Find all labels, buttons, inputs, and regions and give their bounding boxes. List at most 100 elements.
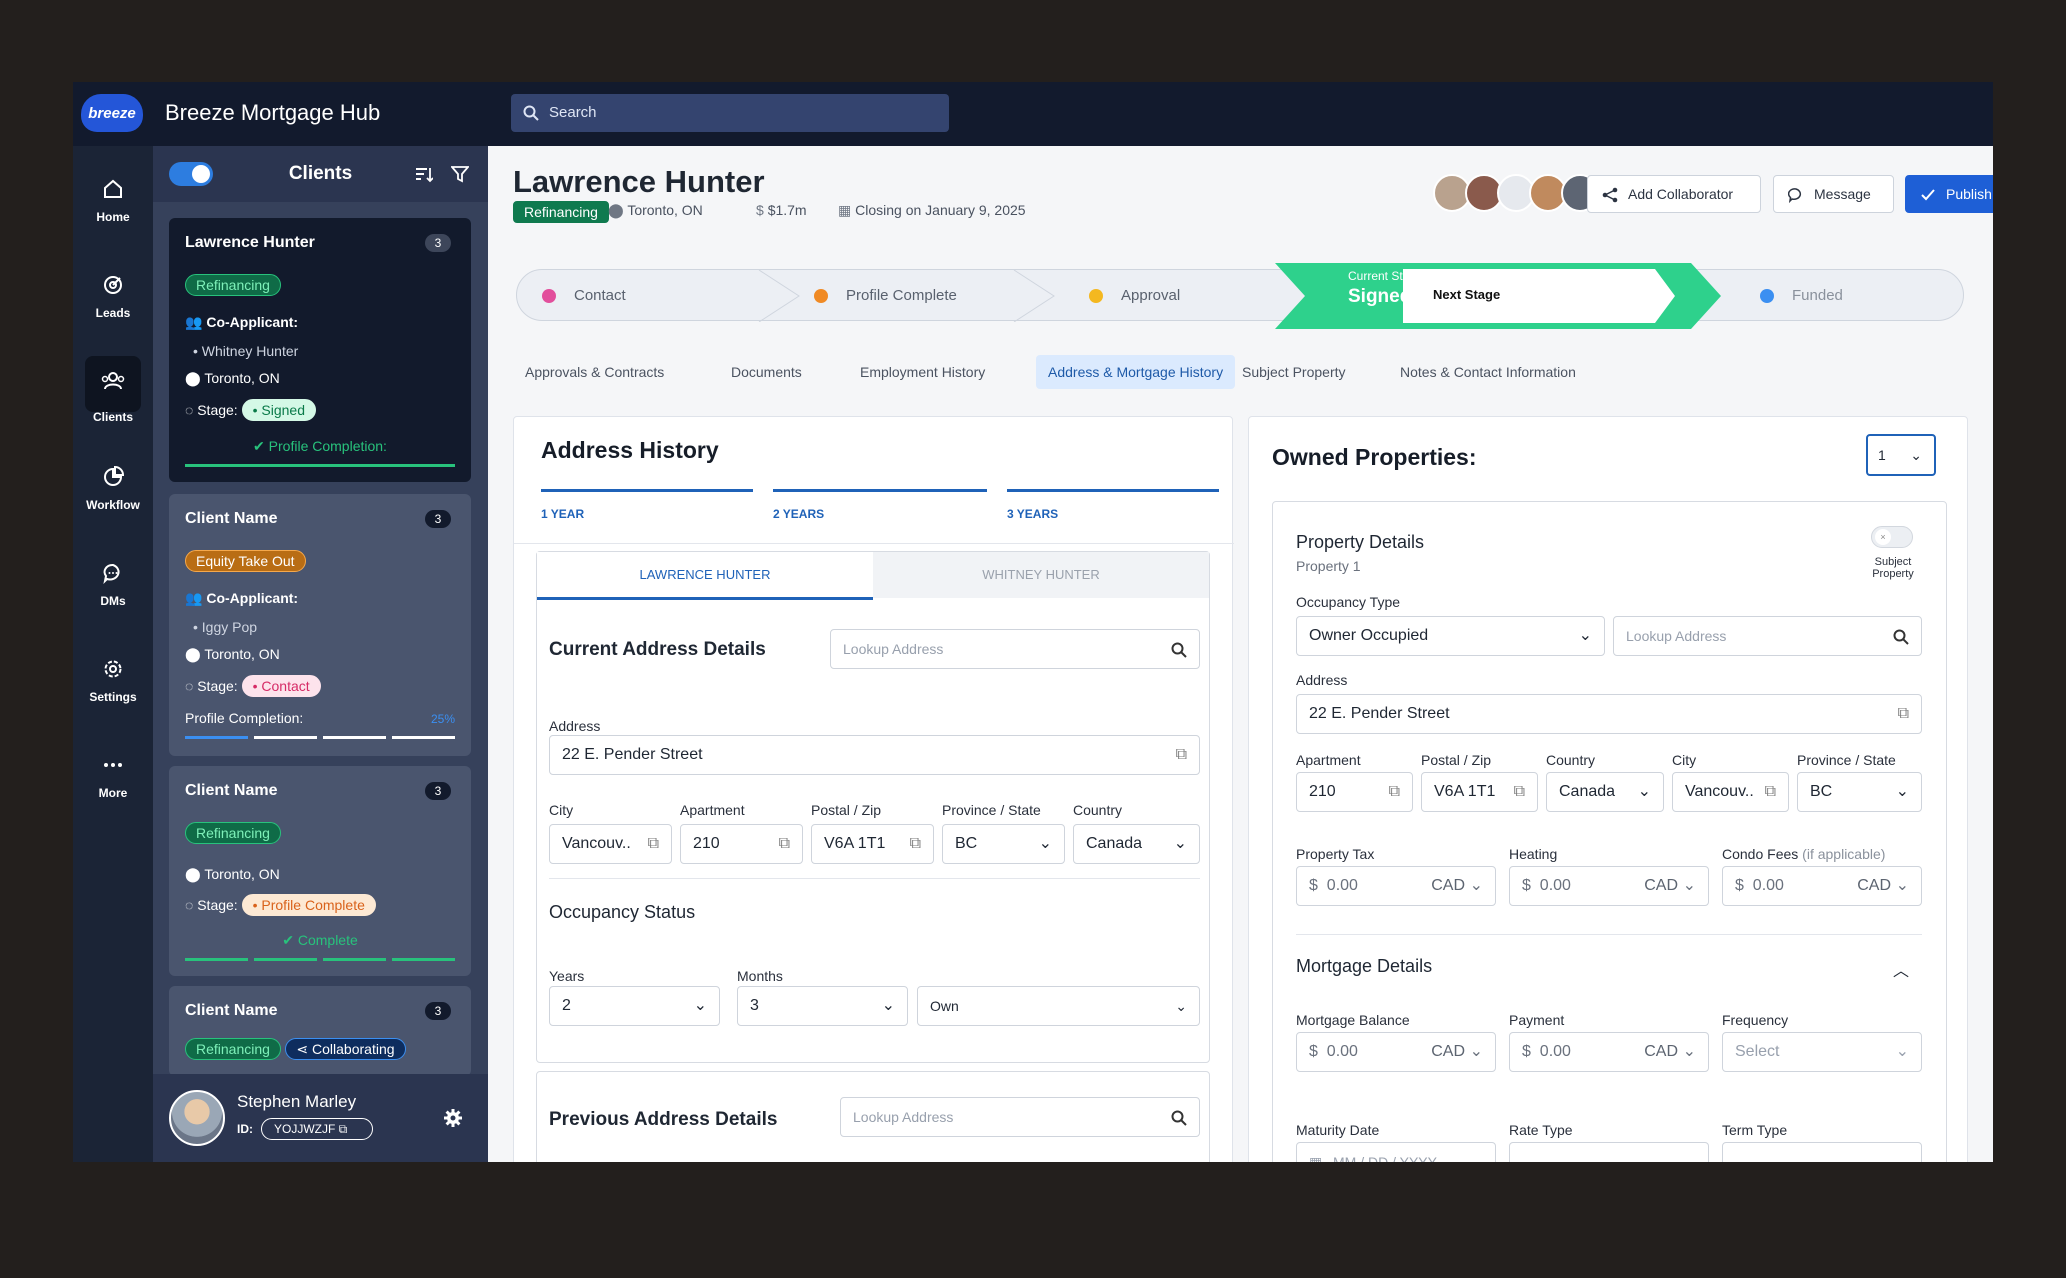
lookup-address-input[interactable]: Lookup Address xyxy=(1613,616,1922,656)
client-name: Client Name xyxy=(185,1002,278,1019)
term-type-select[interactable] xyxy=(1722,1142,1922,1162)
user-id-badge[interactable]: YOJJWZJF ⧉ xyxy=(261,1118,373,1140)
property-tax-input[interactable]: $ 0.00 CAD ⌄ xyxy=(1296,866,1496,906)
years-select[interactable]: 2 ⌄ xyxy=(549,986,720,1026)
condo-fees-input[interactable]: $ 0.00 CAD ⌄ xyxy=(1722,866,1922,906)
tab-address-mortgage-history[interactable]: Address & Mortgage History xyxy=(1036,355,1236,389)
message-label: Message xyxy=(1814,186,1871,202)
subject-property-toggle[interactable]: × xyxy=(1871,526,1913,548)
stage-approval[interactable]: Approval xyxy=(1121,287,1180,304)
own-select[interactable]: Own ⌄ xyxy=(917,986,1200,1026)
stage-badge: • Profile Complete xyxy=(241,894,376,916)
applicant-tab-whitney[interactable]: WHITNEY HUNTER xyxy=(873,552,1209,598)
occupancy-type-select[interactable]: Owner Occupied ⌄ xyxy=(1296,616,1605,656)
stage-badge: • Signed xyxy=(241,399,316,421)
year-2[interactable]: 2 YEARS xyxy=(773,507,824,521)
frequency-label: Frequency xyxy=(1722,1012,1789,1028)
client-location: ⬤ Toronto, ON xyxy=(608,202,703,218)
chevron-up-icon[interactable]: ︿ xyxy=(1893,957,1909,981)
nav-home[interactable]: Home xyxy=(73,164,153,244)
apartment-input[interactable]: 210 ⧉ xyxy=(1296,772,1413,812)
tab-employment-history[interactable]: Employment History xyxy=(848,355,997,389)
address-input[interactable]: 22 E. Pender Street ⧉ xyxy=(549,735,1200,775)
loader-icon: ◌ xyxy=(185,402,198,418)
chevron-down-icon: ⌄ xyxy=(1038,835,1052,852)
country-select[interactable]: Canada ⌄ xyxy=(1073,824,1200,864)
postal-input[interactable]: V6A 1T1 ⧉ xyxy=(811,824,934,864)
stage-badge: • Contact xyxy=(241,675,321,697)
client-location: ⬤ Toronto, ON xyxy=(185,646,280,662)
share-icon xyxy=(1602,187,1618,203)
current-user: Stephen Marley ID: YOJJWZJF ⧉ xyxy=(153,1074,488,1162)
nav-clients[interactable]: Clients xyxy=(73,356,153,436)
tab-notes-contact[interactable]: Notes & Contact Information xyxy=(1388,355,1588,389)
heating-input[interactable]: $ 0.00 CAD ⌄ xyxy=(1509,866,1709,906)
maturity-date-input[interactable]: ▦ MM / DD / YYYY xyxy=(1296,1142,1496,1162)
add-collaborator-button[interactable]: Add Collaborator xyxy=(1587,175,1761,213)
years-label: Years xyxy=(549,968,585,984)
users-icon xyxy=(101,372,125,390)
year-1[interactable]: 1 YEAR xyxy=(541,507,584,521)
applicant-tab-lawrence[interactable]: LAWRENCE HUNTER xyxy=(537,552,873,600)
nav-workflow[interactable]: Workflow xyxy=(73,452,153,532)
nav-leads[interactable]: Leads xyxy=(73,260,153,340)
nav-settings[interactable]: Settings xyxy=(73,644,153,724)
chevron-down-icon: ⌄ xyxy=(1910,447,1922,463)
gear-icon[interactable] xyxy=(443,1108,463,1128)
chevron-down-icon: ⌄ xyxy=(1682,1043,1696,1060)
payment-input[interactable]: $ 0.00 CAD ⌄ xyxy=(1509,1032,1709,1072)
chat-icon xyxy=(1788,188,1802,203)
client-card[interactable]: Client Name 3 Refinancing ⬤ Toronto, ON … xyxy=(169,766,471,976)
copy-icon: ⧉ xyxy=(1513,783,1525,800)
check-circle-icon: ✔ xyxy=(282,932,298,948)
copy-icon: ⧉ xyxy=(909,835,921,852)
sort-icon[interactable] xyxy=(415,165,433,183)
stage-dot xyxy=(1760,289,1774,303)
current-stage-label: Current Stage xyxy=(1348,269,1423,283)
message-button[interactable]: Message xyxy=(1773,175,1894,213)
payment-label: Payment xyxy=(1509,1012,1565,1028)
rate-type-select[interactable] xyxy=(1509,1142,1709,1162)
clients-header: Clients xyxy=(153,146,488,202)
city-input[interactable]: Vancouv.. ⧉ xyxy=(549,824,672,864)
breeze-logo[interactable]: breeze xyxy=(81,94,143,132)
year-3[interactable]: 3 YEARS xyxy=(1007,507,1058,521)
mortgage-balance-input[interactable]: $ 0.00 CAD ⌄ xyxy=(1296,1032,1496,1072)
apartment-input[interactable]: 210 ⧉ xyxy=(680,824,803,864)
tab-documents[interactable]: Documents xyxy=(719,355,814,389)
pin-icon: ⬤ xyxy=(608,202,628,218)
stage-profile-complete[interactable]: Profile Complete xyxy=(846,287,957,304)
postal-input[interactable]: V6A 1T1 ⧉ xyxy=(1421,772,1538,812)
client-stage: ◌ Stage: • Profile Complete xyxy=(185,894,376,916)
lookup-address-input[interactable]: Lookup Address xyxy=(830,629,1200,669)
nav-dms[interactable]: DMs xyxy=(73,548,153,628)
clients-panel: Clients Lawrence Hunter 3 Refinancing 👥 … xyxy=(153,146,488,1162)
client-card[interactable]: Client Name 3 Refinancing ⋖ Collaboratin… xyxy=(169,986,471,1076)
tab-subject-property[interactable]: Subject Property xyxy=(1230,355,1358,389)
mortgage-details-title: Mortgage Details xyxy=(1296,956,1433,976)
province-select[interactable]: BC ⌄ xyxy=(942,824,1065,864)
client-card[interactable]: Client Name 3 Equity Take Out 👥 Co-Appli… xyxy=(169,494,471,756)
country-select[interactable]: Canada ⌄ xyxy=(1546,772,1664,812)
tab-approvals-contracts[interactable]: Approvals & Contracts xyxy=(513,355,676,389)
city-input[interactable]: Vancouv.. ⧉ xyxy=(1672,772,1789,812)
address-input[interactable]: 22 E. Pender Street ⧉ xyxy=(1296,694,1922,734)
filter-icon[interactable] xyxy=(451,165,469,183)
property-card: Property Details Property 1 × Subject Pr… xyxy=(1272,501,1947,1162)
province-select[interactable]: BC ⌄ xyxy=(1797,772,1922,812)
property-count-select[interactable]: 1 ⌄ xyxy=(1866,434,1936,476)
copy-icon: ⧉ xyxy=(647,835,659,852)
lookup-address-input[interactable]: Lookup Address xyxy=(840,1097,1200,1137)
months-select[interactable]: 3 ⌄ xyxy=(737,986,908,1026)
frequency-select[interactable]: Select ⌄ xyxy=(1722,1032,1922,1072)
pin-icon: ⬤ xyxy=(185,646,205,662)
stage-contact[interactable]: Contact xyxy=(574,287,626,304)
next-stage-button[interactable]: Next Stage xyxy=(1433,287,1500,302)
avatar[interactable] xyxy=(169,1090,225,1146)
client-card[interactable]: Lawrence Hunter 3 Refinancing 👥 Co-Appli… xyxy=(169,218,471,482)
search-input[interactable]: Search xyxy=(511,94,949,132)
nav-more[interactable]: More xyxy=(73,740,153,820)
publish-button[interactable]: Publish xyxy=(1905,175,1993,213)
property-tax-label: Property Tax xyxy=(1296,846,1375,862)
stage-funded[interactable]: Funded xyxy=(1792,287,1843,304)
